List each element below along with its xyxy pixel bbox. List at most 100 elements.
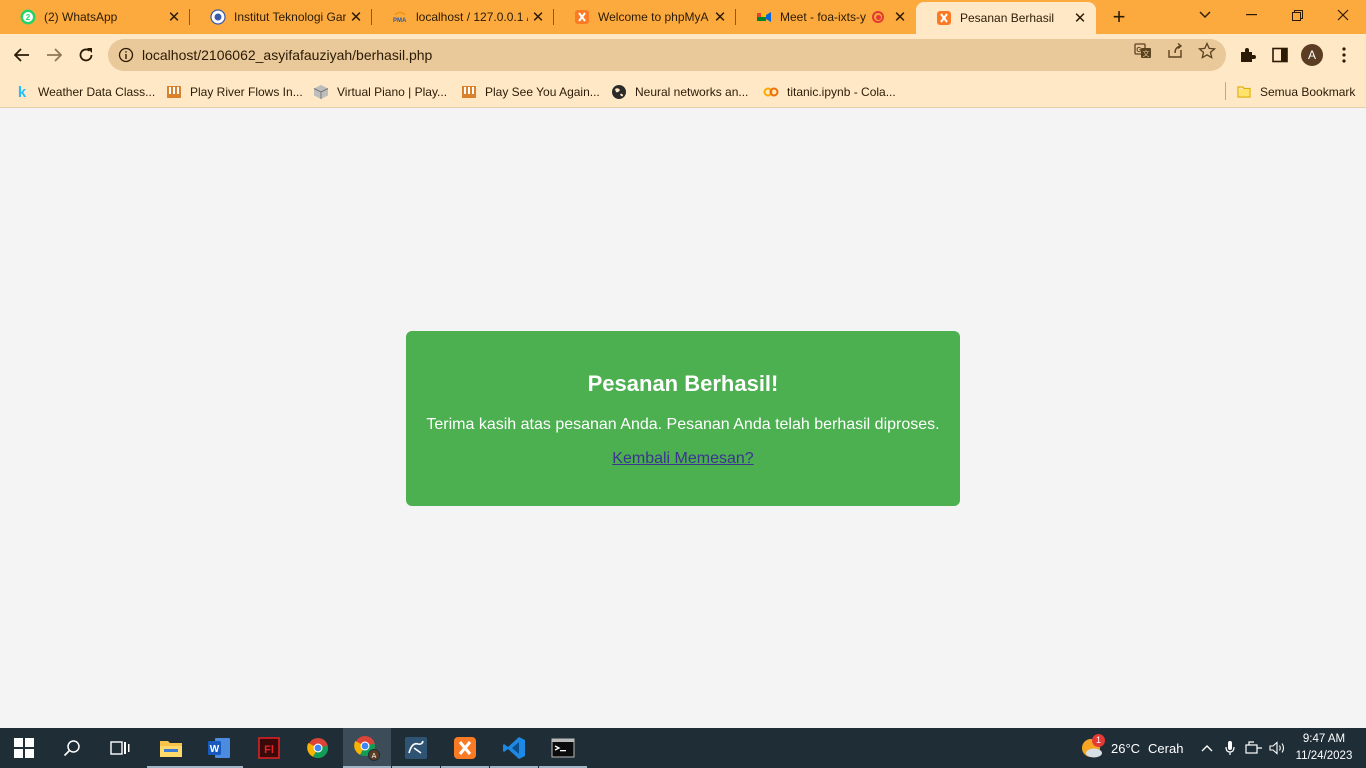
close-tab-icon[interactable]: ✕: [346, 7, 366, 27]
globe-icon: [611, 84, 627, 100]
kaggle-icon: k: [17, 83, 27, 101]
tab-title: (2) WhatsApp: [44, 10, 118, 24]
svg-text:文: 文: [1143, 49, 1150, 58]
back-to-order-link[interactable]: Kembali Memesan?: [612, 450, 753, 468]
svg-text:G: G: [1136, 47, 1142, 54]
site-info-icon[interactable]: [118, 47, 134, 63]
mysql-workbench-icon[interactable]: [392, 728, 440, 768]
whatsapp-icon: 2: [20, 9, 36, 25]
close-tab-icon[interactable]: ✕: [164, 7, 184, 27]
minimize-button[interactable]: [1228, 0, 1274, 30]
close-tab-icon[interactable]: ✕: [1070, 8, 1090, 28]
svg-text:PMA: PMA: [393, 18, 407, 24]
reload-button[interactable]: [72, 41, 100, 69]
microphone-icon[interactable]: [1223, 728, 1237, 768]
tab-google-meet[interactable]: Meet - foa-ixts-y ✕: [736, 0, 916, 34]
bookmark-weather-data[interactable]: k Weather Data Class...: [14, 82, 155, 102]
xampp-icon: [936, 10, 952, 26]
share-icon[interactable]: [1166, 42, 1184, 60]
weather-badge: 1: [1092, 734, 1105, 747]
bookmark-label: titanic.ipynb - Cola...: [787, 85, 896, 99]
translate-icon[interactable]: 文G: [1134, 42, 1152, 60]
show-hidden-icons-chevron-icon[interactable]: [1199, 728, 1215, 768]
folder-icon: [1236, 84, 1252, 100]
bookmark-label: Play See You Again...: [485, 85, 600, 99]
bookmark-star-icon[interactable]: [1198, 42, 1216, 60]
bookmark-label: Play River Flows In...: [190, 85, 303, 99]
vscode-icon[interactable]: [490, 728, 538, 768]
phpmyadmin-icon: PMA: [392, 9, 408, 25]
tab-welcome-phpmyadmin[interactable]: Welcome to phpMyA ✕: [554, 0, 736, 34]
back-button[interactable]: [8, 41, 36, 69]
bookmark-see-you-again[interactable]: Play See You Again...: [461, 82, 600, 102]
svg-text:2: 2: [26, 13, 31, 22]
xampp-icon: [574, 9, 590, 25]
close-tab-icon[interactable]: ✕: [710, 7, 730, 27]
close-tab-icon[interactable]: ✕: [890, 7, 910, 27]
search-button[interactable]: [48, 728, 96, 768]
weather-sun-cloud-icon: 1: [1080, 734, 1105, 760]
restore-button[interactable]: [1274, 0, 1320, 30]
google-chrome-profile-icon[interactable]: A: [343, 728, 391, 768]
windows-taskbar: W Fl A 1 26°C Cerah 9:47 AM 11/24/2023: [0, 728, 1366, 768]
task-view-button[interactable]: [96, 728, 144, 768]
recording-indicator-icon: [872, 11, 884, 23]
piano-icon: [166, 84, 182, 100]
bookmark-label: Virtual Piano | Play...: [337, 85, 448, 99]
close-tab-icon[interactable]: ✕: [528, 7, 548, 27]
svg-text:Fl: Fl: [264, 744, 274, 756]
weather-temperature: 26°C: [1111, 740, 1141, 756]
tab-title: localhost / 127.0.0.1 /: [416, 10, 528, 24]
url-text: localhost/2106062_asyifafauziyah/berhasi…: [142, 47, 433, 63]
tab-pesanan-berhasil[interactable]: Pesanan Berhasil ✕: [916, 2, 1096, 34]
terminal-icon[interactable]: [539, 728, 587, 768]
clock-date: 11/24/2023: [1295, 750, 1353, 762]
bookmark-label: Semua Bookmark: [1260, 85, 1356, 99]
bookmark-titanic-colab[interactable]: titanic.ipynb - Cola...: [763, 82, 896, 102]
success-heading: Pesanan Berhasil!: [587, 371, 779, 396]
bookmark-neural-networks[interactable]: Neural networks an...: [611, 82, 748, 102]
google-meet-icon: [756, 9, 772, 25]
tab-title: Meet - foa-ixts-y: [780, 10, 867, 24]
system-clock[interactable]: 9:47 AM 11/24/2023: [1292, 731, 1356, 765]
svg-text:A: A: [372, 753, 377, 760]
volume-icon[interactable]: [1269, 728, 1287, 768]
bookmarks-bar: k Weather Data Class... Play River Flows…: [0, 76, 1366, 108]
address-bar[interactable]: localhost/2106062_asyifafauziyah/berhasi…: [108, 39, 1226, 71]
xampp-control-icon[interactable]: [441, 728, 489, 768]
microsoft-word-icon[interactable]: W: [195, 728, 243, 768]
tab-search-chevron-icon[interactable]: [1182, 0, 1228, 30]
extensions-puzzle-icon[interactable]: [1238, 45, 1258, 65]
network-icon[interactable]: [1245, 728, 1263, 768]
google-chrome-icon[interactable]: [294, 728, 342, 768]
piano-icon: [461, 84, 477, 100]
bookmarks-separator: [1225, 82, 1226, 100]
bookmark-river-flows[interactable]: Play River Flows In...: [166, 82, 303, 102]
clock-time: 9:47 AM: [1302, 733, 1346, 745]
weather-description: Cerah: [1148, 740, 1184, 756]
all-bookmarks-folder[interactable]: Semua Bookmark: [1236, 82, 1355, 102]
side-panel-icon[interactable]: [1270, 45, 1290, 65]
adobe-flash-icon[interactable]: Fl: [245, 728, 293, 768]
tab-strip: 2 (2) WhatsApp ✕ Institut Teknologi Gar …: [0, 0, 1366, 34]
page-content: Pesanan Berhasil! Terima kasih atas pesa…: [0, 109, 1366, 728]
tab-whatsapp[interactable]: 2 (2) WhatsApp ✕: [0, 0, 190, 34]
success-message: Terima kasih atas pesanan Anda. Pesanan …: [426, 416, 940, 433]
tab-title: Welcome to phpMyA: [598, 10, 709, 24]
tab-title: Pesanan Berhasil: [960, 11, 1055, 25]
file-explorer-icon[interactable]: [147, 728, 195, 768]
bookmark-virtual-piano[interactable]: Virtual Piano | Play...: [313, 82, 447, 102]
cube-icon: [313, 84, 329, 100]
new-tab-button[interactable]: +: [1106, 4, 1132, 29]
forward-button[interactable]: [40, 41, 68, 69]
tab-localhost-phpmyadmin[interactable]: PMA localhost / 127.0.0.1 / ✕: [372, 0, 554, 34]
tab-institut-teknologi[interactable]: Institut Teknologi Gar ✕: [190, 0, 372, 34]
start-button[interactable]: [0, 728, 48, 768]
success-card: Pesanan Berhasil! Terima kasih atas pesa…: [406, 331, 960, 506]
browser-toolbar: localhost/2106062_asyifafauziyah/berhasi…: [0, 34, 1366, 76]
weather-widget[interactable]: 1 26°C Cerah: [1080, 728, 1183, 768]
close-window-button[interactable]: [1320, 0, 1366, 30]
profile-avatar[interactable]: A: [1301, 44, 1323, 66]
kebab-menu-icon[interactable]: [1334, 45, 1354, 65]
bookmark-label: Weather Data Class...: [38, 85, 156, 99]
